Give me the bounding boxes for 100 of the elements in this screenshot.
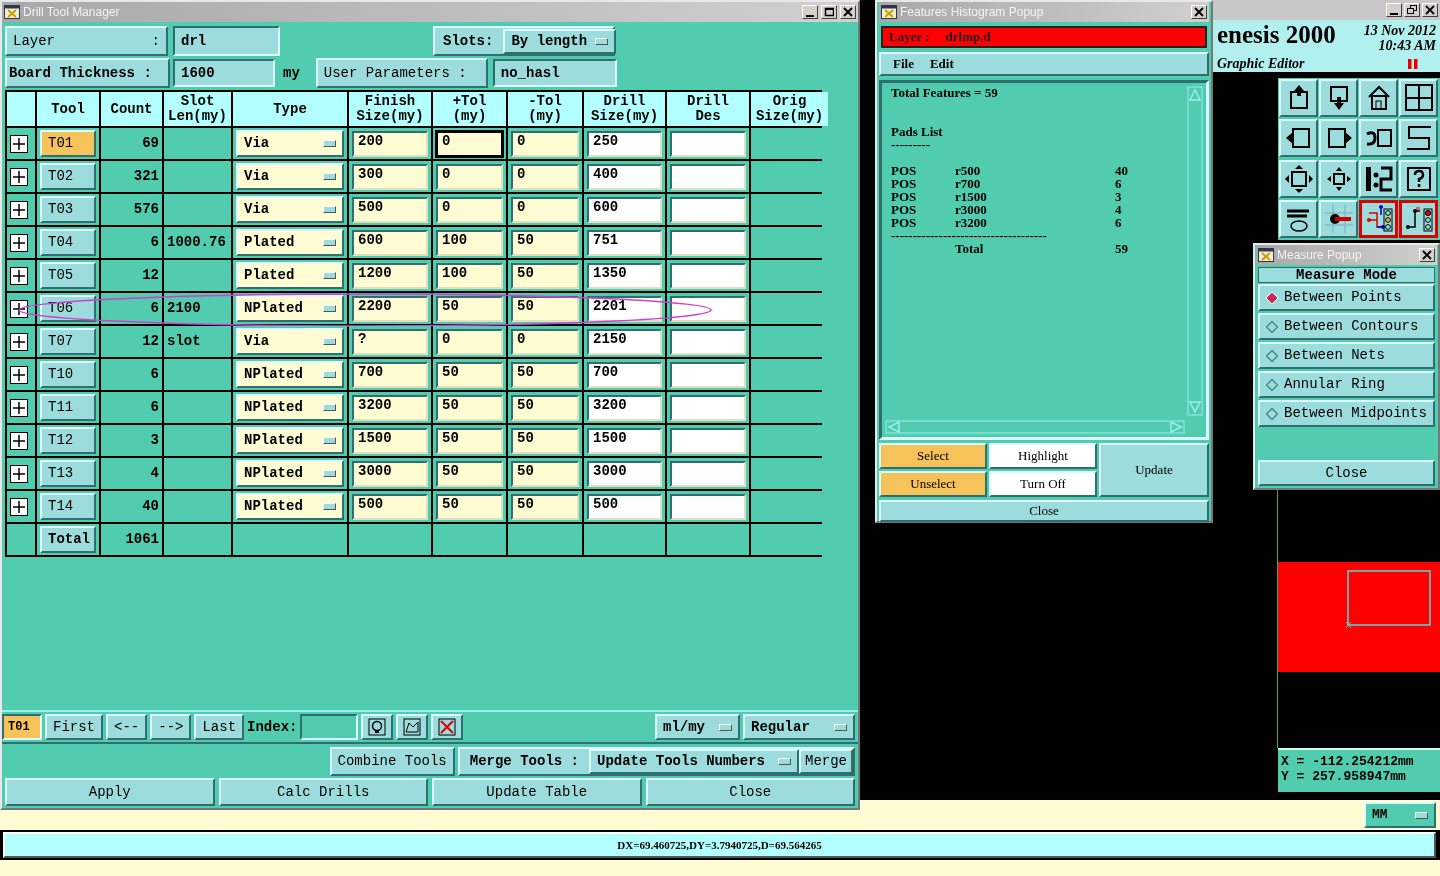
tool-button[interactable]: T12	[40, 427, 96, 454]
tool-button[interactable]: T03	[40, 196, 96, 223]
update-button[interactable]: Update	[1099, 442, 1209, 497]
drill-size-field[interactable]: 400	[587, 163, 662, 190]
slots-dropdown[interactable]: By length	[503, 28, 617, 54]
drill-size-field[interactable]: 1500	[587, 427, 662, 454]
minus-tol-field[interactable]: 0	[511, 130, 579, 157]
icon-button[interactable]	[396, 714, 429, 740]
expand-button[interactable]	[10, 398, 28, 417]
restore-button[interactable]	[1404, 3, 1420, 17]
finish-field[interactable]: 700	[352, 361, 428, 388]
dropdown-icon[interactable]	[323, 503, 336, 510]
close-button[interactable]: Close	[879, 499, 1209, 522]
finish-field[interactable]: ?	[352, 328, 428, 355]
minus-tol-field[interactable]: 50	[511, 262, 579, 289]
dropdown-icon[interactable]	[323, 305, 336, 312]
minus-tol-field[interactable]: 50	[511, 229, 579, 256]
minus-tol-field[interactable]: 0	[511, 196, 579, 223]
expand-button[interactable]	[10, 200, 28, 219]
turn-off-button[interactable]: Turn Off	[989, 470, 1097, 497]
close-button[interactable]	[1419, 248, 1435, 262]
tool-button[interactable]: T13	[40, 460, 96, 487]
drill-des-field[interactable]	[670, 328, 746, 355]
close-button[interactable]	[840, 5, 856, 19]
dropdown-icon[interactable]	[323, 206, 336, 213]
plus-tol-field[interactable]: 50	[436, 295, 503, 322]
combine-tools-button[interactable]: Combine Tools	[329, 747, 455, 776]
dropdown-icon[interactable]	[323, 371, 336, 378]
finish-field[interactable]: 500	[352, 493, 428, 520]
tool-button[interactable]: T05	[40, 262, 96, 289]
type-dropdown[interactable]: NPlated	[236, 394, 344, 421]
user-parameters-field[interactable]: no_hasl	[492, 59, 617, 87]
merge-button[interactable]: Merge	[799, 749, 853, 774]
dropdown-icon[interactable]	[323, 437, 336, 444]
index-field[interactable]	[300, 714, 359, 740]
finish-field[interactable]: 1500	[352, 427, 428, 454]
radio-option[interactable]: Between Midpoints	[1258, 400, 1435, 427]
minus-tol-field[interactable]: 0	[511, 163, 579, 190]
dropdown-icon[interactable]	[323, 272, 336, 279]
minus-tol-field[interactable]: 50	[511, 427, 579, 454]
finish-field[interactable]: 2200	[352, 295, 428, 322]
finish-field[interactable]: 600	[352, 229, 428, 256]
dropdown-icon[interactable]	[1415, 811, 1428, 819]
expand-button[interactable]	[10, 332, 28, 351]
minus-tol-field[interactable]: 50	[511, 460, 579, 487]
expand-button[interactable]	[10, 497, 28, 516]
nav-button[interactable]: First	[45, 714, 103, 740]
close-button[interactable]	[1422, 3, 1438, 17]
menu-item[interactable]: File	[893, 54, 914, 74]
action-button[interactable]: Update Table	[432, 778, 642, 806]
maximize-button[interactable]	[821, 5, 837, 19]
dropdown-icon[interactable]	[719, 723, 732, 731]
expand-button[interactable]	[10, 431, 28, 450]
drill-size-field[interactable]: 3200	[587, 394, 662, 421]
action-button[interactable]: Apply	[5, 778, 215, 806]
nav-button[interactable]: -->	[150, 714, 192, 740]
type-dropdown[interactable]: Via	[236, 328, 344, 355]
tool-button[interactable]: T10	[40, 361, 96, 388]
plus-tol-field[interactable]: 50	[436, 427, 503, 454]
plus-tol-field[interactable]: 0	[436, 196, 503, 223]
type-dropdown[interactable]: NPlated	[236, 460, 344, 487]
type-dropdown[interactable]: NPlated	[236, 493, 344, 520]
minus-tol-field[interactable]: 50	[511, 394, 579, 421]
expand-button[interactable]	[10, 299, 28, 318]
plus-tol-field[interactable]: 0	[436, 130, 503, 157]
drill-size-field[interactable]: 700	[587, 361, 662, 388]
expand-button[interactable]	[10, 365, 28, 384]
dropdown-icon[interactable]	[323, 404, 336, 411]
units-dropdown[interactable]: ml/my	[655, 714, 740, 740]
highlight-button[interactable]: Highlight	[989, 442, 1097, 469]
drill-des-field[interactable]	[670, 493, 746, 520]
drill-des-field[interactable]	[670, 130, 746, 157]
select-button[interactable]: Select	[879, 442, 987, 469]
icon-button[interactable]	[361, 714, 394, 740]
radio-option[interactable]: Between Nets	[1258, 342, 1435, 369]
user-parameters-button[interactable]: User Parameters :	[315, 58, 488, 88]
plus-tol-field[interactable]: 50	[436, 460, 503, 487]
drill-des-field[interactable]	[670, 262, 746, 289]
finish-field[interactable]: 200	[352, 130, 428, 157]
drill-size-field[interactable]: 751	[587, 229, 662, 256]
type-dropdown[interactable]: NPlated	[236, 361, 344, 388]
drill-des-field[interactable]	[670, 295, 746, 322]
tool-button[interactable]: T07	[40, 328, 96, 355]
dropdown-icon[interactable]	[323, 239, 336, 246]
layer-field[interactable]: drl	[173, 26, 280, 56]
drill-size-field[interactable]: 500	[587, 493, 662, 520]
dropdown-icon[interactable]	[323, 173, 336, 180]
dropdown-icon[interactable]	[323, 140, 336, 147]
drill-des-field[interactable]	[670, 394, 746, 421]
expand-button[interactable]	[10, 266, 28, 285]
tool-button[interactable]: T02	[40, 163, 96, 190]
drill-des-field[interactable]	[670, 460, 746, 487]
unselect-button[interactable]: Unselect	[879, 470, 987, 497]
minus-tol-field[interactable]: 50	[511, 361, 579, 388]
nav-button[interactable]: <--	[106, 714, 148, 740]
drill-des-field[interactable]	[670, 196, 746, 223]
radio-option[interactable]: Between Points	[1258, 284, 1435, 311]
tool-button[interactable]: T14	[40, 493, 96, 520]
type-dropdown[interactable]: Via	[236, 130, 344, 157]
minus-tol-field[interactable]: 50	[511, 493, 579, 520]
